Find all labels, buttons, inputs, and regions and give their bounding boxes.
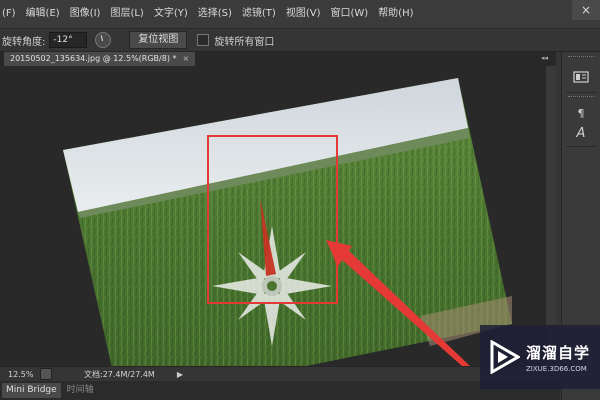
watermark-logo-icon (490, 340, 520, 374)
panel-grip[interactable] (568, 56, 594, 61)
panel-divider-2 (566, 146, 596, 147)
paragraph-icon[interactable]: ¶ (570, 104, 592, 122)
rotate-all-windows-checkbox[interactable] (197, 34, 210, 46)
history-icon[interactable] (570, 68, 592, 86)
document-tab-row: 20150502_135634.jpg @ 12.5%(RGB/8) * × (0, 52, 556, 66)
rotate-angle-label: 旋转角度: (2, 36, 46, 48)
status-info-icon[interactable] (40, 368, 52, 380)
watermark-url: ZIXUE.3D66.COM (526, 364, 587, 373)
menu-image[interactable]: 图像(I) (65, 0, 106, 28)
document-size: 文档:27.4M/27.4M (84, 369, 155, 379)
vertical-scrollbar[interactable] (546, 66, 556, 366)
menu-window[interactable]: 窗口(W) (325, 0, 373, 28)
panel-divider (566, 92, 596, 93)
status-menu-arrow-icon[interactable]: ▶ (177, 370, 183, 379)
menu-bar: (F) 编辑(E) 图像(I) 图层(L) 文字(Y) 选择(S) 滤镜(T) … (0, 0, 600, 29)
tab-timeline[interactable]: 时间轴 (63, 383, 98, 398)
options-bar: 旋转角度: 复位视图 旋转所有窗口 (0, 29, 600, 52)
menu-layer[interactable]: 图层(L) (105, 0, 148, 28)
character-icon[interactable]: A (570, 124, 592, 142)
panel-grip-2[interactable] (568, 96, 594, 101)
field-photo (63, 78, 512, 366)
rotate-angle-input[interactable] (49, 32, 88, 48)
rotate-all-windows-label: 旋转所有窗口 (214, 36, 275, 48)
menu-edit[interactable]: 编辑(E) (21, 0, 65, 28)
document-canvas[interactable] (0, 66, 556, 366)
watermark-title: 溜溜自学 (526, 343, 591, 362)
menu-view[interactable]: 视图(V) (281, 0, 326, 28)
tab-mini-bridge[interactable]: Mini Bridge (2, 383, 61, 398)
menu-type[interactable]: 文字(Y) (149, 0, 193, 28)
window-close-button[interactable]: × (572, 0, 600, 20)
reset-view-button[interactable]: 复位视图 (129, 31, 188, 49)
document-tab[interactable]: 20150502_135634.jpg @ 12.5%(RGB/8) * × (4, 52, 196, 66)
bottom-panel-tabs: Mini Bridge 时间轴 (0, 381, 560, 400)
menu-file[interactable]: (F) (0, 0, 21, 28)
watermark: 溜溜自学 ZIXUE.3D66.COM (480, 325, 600, 389)
zoom-level[interactable]: 12.5% (8, 370, 34, 379)
close-tab-icon[interactable]: × (183, 52, 190, 66)
menu-help[interactable]: 帮助(H) (373, 0, 418, 28)
rotate-dial-icon[interactable] (95, 32, 112, 48)
status-bar: 12.5% 文档:27.4M/27.4M ▶ (0, 366, 560, 381)
canvas-svg (63, 78, 512, 366)
menu-select[interactable]: 选择(S) (193, 0, 237, 28)
document-tab-title: 20150502_135634.jpg @ 12.5%(RGB/8) * (10, 54, 177, 63)
collapse-panels-icon[interactable]: ◂◂ (541, 54, 548, 62)
menu-filter[interactable]: 滤镜(T) (237, 0, 281, 28)
